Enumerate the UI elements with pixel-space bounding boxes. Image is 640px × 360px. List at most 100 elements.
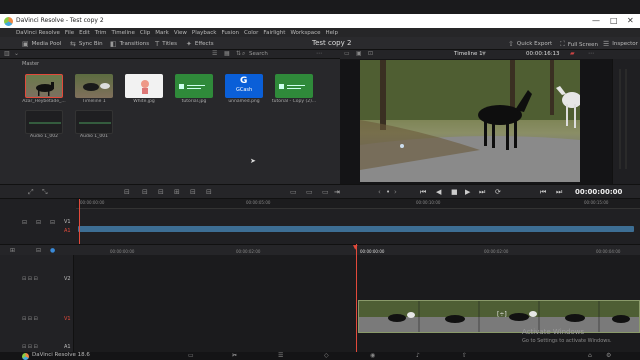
title-clip-icon[interactable]: ▭ xyxy=(306,188,313,196)
video-frame[interactable] xyxy=(360,60,580,182)
insert-clip-icon[interactable]: ⊟ xyxy=(124,188,130,196)
cut-page-icon[interactable]: ✂ xyxy=(232,352,237,359)
menu-davinci[interactable]: DaVinci Resolve xyxy=(16,30,60,36)
more-options-icon[interactable]: ⋯ xyxy=(316,50,322,57)
playhead-tool-icon[interactable]: ⇥ xyxy=(334,188,340,196)
snap-icon[interactable]: ⊟ xyxy=(36,247,41,254)
deliver-page-icon[interactable]: ⇧ xyxy=(462,352,467,359)
timeline-name[interactable]: Timeline 1 xyxy=(454,51,483,57)
clip-thumbnail-audio-001[interactable] xyxy=(75,110,113,134)
quick-export-button[interactable]: ⇧ Quick Export xyxy=(508,40,552,48)
menu-mark[interactable]: Mark xyxy=(155,30,169,36)
effects-button[interactable]: ✦ Effects xyxy=(186,40,214,48)
overwrite-clip-icon[interactable]: ⊟ xyxy=(142,188,148,196)
menu-clip[interactable]: Clip xyxy=(140,30,150,36)
track-lock-icon[interactable]: ⊟ ⊟ ⊟ xyxy=(22,276,38,282)
chevron-down-icon[interactable]: ▼ xyxy=(482,51,486,57)
viewer-mode-icon[interactable]: ▣ xyxy=(356,50,362,57)
menu-file[interactable]: File xyxy=(65,30,74,36)
menu-playback[interactable]: Playback xyxy=(192,30,217,36)
sort-icon[interactable]: ⇅ xyxy=(236,50,241,57)
place-on-top-icon[interactable]: ⊞ xyxy=(174,188,180,196)
replace-clip-icon[interactable]: ⊟ xyxy=(158,188,164,196)
search-icon[interactable]: ⌕ xyxy=(242,50,245,58)
viewer-zoom-icon[interactable]: ⊡ xyxy=(368,50,373,57)
upper-playhead[interactable] xyxy=(79,199,80,244)
menu-edit[interactable]: Edit xyxy=(79,30,90,36)
reverse-play-icon[interactable]: ◀ xyxy=(436,188,441,196)
transitions-button[interactable]: ◧ Transitions xyxy=(110,40,149,48)
clip-thumbnail-white[interactable] xyxy=(125,74,163,98)
go-to-start-icon[interactable]: ⏮ xyxy=(420,188,426,197)
viewer-options-icon[interactable]: ⋯ xyxy=(588,50,594,57)
chevron-down-icon[interactable]: ⌄ xyxy=(14,50,19,57)
clip-thumbnail-tutorial[interactable] xyxy=(175,74,213,98)
bin-master[interactable]: Master xyxy=(22,61,39,67)
fusion-page-icon[interactable]: ◇ xyxy=(324,352,329,359)
lower-playhead[interactable] xyxy=(356,244,357,360)
track-lock-icon[interactable]: ⊟ xyxy=(22,219,27,226)
inspector-button[interactable]: ☰ Inspector xyxy=(603,40,638,48)
track-lock-icon[interactable]: ⊟ ⊟ ⊟ xyxy=(22,316,38,322)
snapping-icon[interactable]: ▭ xyxy=(322,188,329,196)
loop-icon[interactable]: ⟳ xyxy=(495,188,501,196)
menu-workspace[interactable]: Workspace xyxy=(290,30,320,36)
clip-thumbnail-timeline[interactable] xyxy=(75,74,113,98)
menu-trim[interactable]: Trim xyxy=(95,30,107,36)
menu-timeline[interactable]: Timeline xyxy=(112,30,135,36)
panel-toggle-icon[interactable]: ▥ xyxy=(4,50,10,57)
ripple-icon[interactable]: ⊟ xyxy=(206,188,212,196)
clip-thumbnail-audio-002[interactable] xyxy=(25,110,63,134)
timeline-overview-clip[interactable] xyxy=(78,226,634,232)
upper-timeline-ruler[interactable]: 00:00:00:00 00:00:05:00 00:00:10:00 00:0… xyxy=(76,199,640,209)
tool-select-icon[interactable]: ⤢ xyxy=(28,188,34,197)
media-pool-button[interactable]: ▣ Media Pool xyxy=(22,40,61,48)
jog-right-icon[interactable]: › xyxy=(394,188,397,196)
gcash-logo-text: G xyxy=(240,76,248,86)
color-flag-icon[interactable]: ▰ xyxy=(570,50,575,57)
clip-fx-icon[interactable]: [÷] xyxy=(497,311,507,318)
home-icon[interactable]: ⌂ xyxy=(588,352,592,359)
next-frame-icon[interactable]: ⏭ xyxy=(556,188,562,197)
clip-thumbnail-tutorial-copy[interactable] xyxy=(275,74,313,98)
settings-gear-icon[interactable]: ⚙ xyxy=(606,352,611,359)
append-icon[interactable]: ⊟ xyxy=(190,188,196,196)
close-button[interactable]: ✕ xyxy=(627,16,634,25)
menu-help[interactable]: Help xyxy=(326,30,339,36)
clip-thumbnail-unnamed[interactable]: G GCash xyxy=(225,74,263,98)
playhead-marker-icon[interactable]: ▼ xyxy=(353,244,358,251)
search-label[interactable]: Search xyxy=(249,51,268,57)
media-page-icon[interactable]: ▭ xyxy=(188,352,194,359)
color-page-icon[interactable]: ◉ xyxy=(370,352,375,359)
audio-waveform-icon xyxy=(29,122,61,124)
timeline-video-clip[interactable]: [÷] xyxy=(358,300,640,333)
track-mute-icon[interactable]: ⊟ ⊟ ⊟ xyxy=(22,344,38,350)
sync-bin-button[interactable]: ⇆ Sync Bin xyxy=(70,40,103,48)
full-screen-button[interactable]: ⛶ Full Screen xyxy=(560,40,598,49)
grid-view-icon[interactable]: ▦ xyxy=(224,50,230,57)
viewer-layout-icon[interactable]: ▭ xyxy=(344,50,350,57)
edit-page-icon[interactable]: ☰ xyxy=(278,352,283,359)
menu-view[interactable]: View xyxy=(174,30,187,36)
tool-blade-icon[interactable]: ⤡ xyxy=(42,188,48,197)
prev-frame-icon[interactable]: ⏮ xyxy=(540,188,546,197)
link-icon[interactable]: ● xyxy=(50,247,55,254)
jog-left-icon[interactable]: ‹ xyxy=(378,188,381,196)
maximize-button[interactable]: □ xyxy=(610,16,618,25)
transition-icon[interactable]: ▭ xyxy=(290,188,297,196)
jog-dot-icon[interactable]: • xyxy=(386,188,390,196)
clip-thumbnail-azar[interactable] xyxy=(25,74,63,98)
timeline-options-icon[interactable]: ⊞ xyxy=(10,247,15,254)
fairlight-page-icon[interactable]: ♪ xyxy=(416,352,420,359)
track-settings-icon[interactable]: ⊟ xyxy=(50,219,55,226)
stop-icon[interactable]: ■ xyxy=(451,188,458,196)
menu-color[interactable]: Color xyxy=(244,30,258,36)
track-audio-icon[interactable]: ⊟ xyxy=(36,219,41,226)
go-to-end-icon[interactable]: ⏭ xyxy=(479,188,485,197)
minimize-button[interactable]: — xyxy=(592,16,600,25)
menu-fusion[interactable]: Fusion xyxy=(221,30,239,36)
list-view-icon[interactable]: ☰ xyxy=(212,50,217,57)
titles-button[interactable]: T Titles xyxy=(155,40,177,48)
play-icon[interactable]: ▶ xyxy=(465,188,470,196)
menu-fairlight[interactable]: Fairlight xyxy=(263,30,285,36)
